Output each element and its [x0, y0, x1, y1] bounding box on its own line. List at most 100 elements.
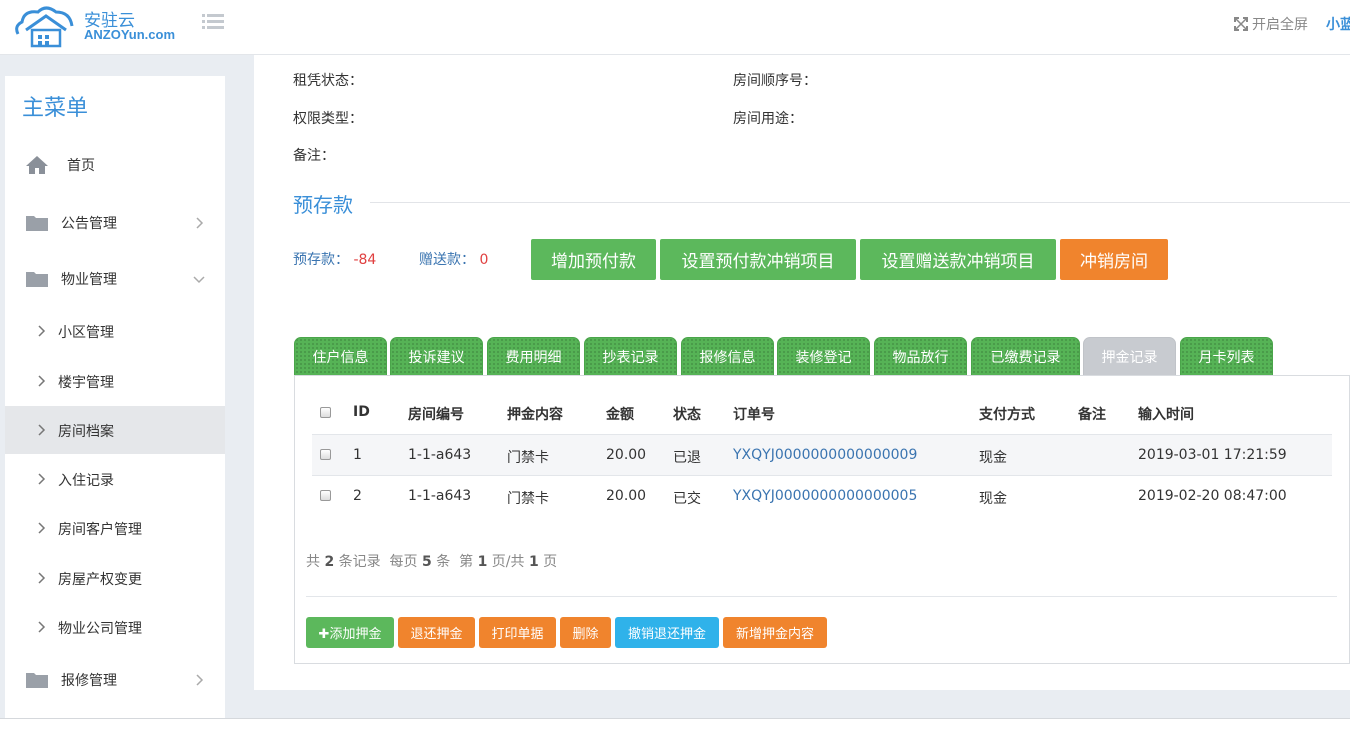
- select-all-checkbox[interactable]: [320, 407, 331, 418]
- cell-status: 已交: [673, 491, 701, 507]
- sidebar-subitem-label: 物业公司管理: [58, 621, 142, 637]
- deposit-panel: ID 房间编号 押金内容 金额 状态 订单号 支付方式 备注 输入时间 1 1-…: [294, 375, 1350, 664]
- main-content: 租凭状态： 房间顺序号： 权限类型： 房间用途： 备注： 预存款 预存款： -8…: [254, 55, 1350, 690]
- sidebar-item-property[interactable]: 物业管理: [5, 255, 225, 303]
- tab-meter-records[interactable]: 抄表记录: [584, 337, 677, 376]
- table-row[interactable]: 1 1-1-a643 门禁卡 20.00 已退 YXQYJ00000000000…: [312, 434, 1332, 475]
- col-header-payment: 支付方式: [979, 407, 1035, 423]
- table-row[interactable]: 2 1-1-a643 门禁卡 20.00 已交 YXQYJ00000000000…: [312, 475, 1332, 516]
- tab-complaints[interactable]: 投诉建议: [390, 337, 483, 376]
- set-gift-writeoff-button[interactable]: 设置赠送款冲销项目: [860, 239, 1056, 280]
- set-prepaid-writeoff-button[interactable]: 设置预付款冲销项目: [660, 239, 856, 280]
- room-order-label: 房间顺序号：: [733, 73, 817, 89]
- permission-type-label: 权限类型：: [293, 111, 363, 127]
- new-deposit-content-button[interactable]: 新增押金内容: [723, 617, 827, 648]
- sidebar-subitem-room-archive[interactable]: 房间档案: [5, 406, 225, 454]
- menu-toggle-icon[interactable]: [202, 12, 224, 32]
- pager-text: 共: [306, 554, 320, 570]
- cell-content: 门禁卡: [507, 491, 549, 507]
- cancel-refund-button[interactable]: 撤销退还押金: [615, 617, 719, 648]
- refund-deposit-button[interactable]: 退还押金: [398, 617, 475, 648]
- row-checkbox[interactable]: [320, 490, 331, 501]
- sidebar: 主菜单 首页 公告管理 物业管理 小区管理 楼宇管理 房间档案 入住记录 房间客…: [5, 76, 225, 732]
- cell-time: 2019-03-01 17:21:59: [1138, 447, 1287, 463]
- delete-button[interactable]: 删除: [560, 617, 611, 648]
- prepaid-section-title: 预存款: [293, 193, 353, 217]
- rent-status-label: 租凭状态：: [293, 73, 363, 89]
- section-divider: [370, 202, 1350, 203]
- chevron-right-icon: [38, 621, 46, 633]
- user-name[interactable]: 小蓝: [1326, 14, 1350, 34]
- prepaid-balance-label: 预存款：: [293, 252, 349, 268]
- cloud-house-logo-icon: [15, 6, 74, 48]
- cell-status: 已退: [673, 450, 701, 466]
- tab-resident-info[interactable]: 住户信息: [294, 337, 387, 376]
- sidebar-item-label: 首页: [67, 158, 95, 174]
- sidebar-subitem-company[interactable]: 物业公司管理: [5, 603, 225, 651]
- expand-icon: [1234, 17, 1248, 31]
- fullscreen-button[interactable]: 开启全屏: [1234, 14, 1308, 34]
- chevron-right-icon: [38, 522, 46, 534]
- gift-balance-value: 0: [479, 252, 489, 268]
- sidebar-subitem-property-change[interactable]: 房屋产权变更: [5, 554, 225, 602]
- chevron-down-icon: [193, 276, 205, 284]
- chevron-right-icon: [38, 473, 46, 485]
- row-checkbox[interactable]: [320, 449, 331, 460]
- tab-monthly-card[interactable]: 月卡列表: [1180, 337, 1273, 376]
- prepaid-balance: 预存款： -84: [293, 249, 376, 269]
- sidebar-subitem-label: 房屋产权变更: [58, 572, 142, 588]
- pager-text: 页: [543, 554, 558, 570]
- pager-per-page: 5: [422, 554, 432, 570]
- sidebar-subitem-label: 小区管理: [58, 325, 114, 341]
- panel-divider: [306, 596, 1337, 597]
- fullscreen-label: 开启全屏: [1252, 17, 1308, 33]
- cell-order-link[interactable]: YXQYJ0000000000000009: [733, 447, 917, 463]
- cell-room: 1-1-a643: [408, 447, 472, 463]
- room-use-label: 房间用途：: [733, 111, 803, 127]
- pager-text: 条记录 每页: [338, 554, 418, 570]
- tab-repair-info[interactable]: 报修信息: [681, 337, 774, 376]
- sidebar-item-label: 公告管理: [61, 216, 117, 232]
- col-header-content: 押金内容: [507, 407, 563, 423]
- gift-balance-label: 赠送款：: [419, 252, 475, 268]
- sidebar-subitem-label: 入住记录: [58, 473, 114, 489]
- pager-page: 1: [477, 554, 488, 570]
- logo-text-en: ANZOYun.com: [84, 27, 176, 42]
- sidebar-item-label: 报修管理: [61, 673, 117, 689]
- tab-fee-detail[interactable]: 费用明细: [487, 337, 580, 376]
- col-header-id: ID: [353, 404, 370, 420]
- chevron-right-icon: [38, 375, 46, 387]
- cell-id: 2: [353, 488, 362, 504]
- sidebar-subitem-community[interactable]: 小区管理: [5, 307, 225, 355]
- cell-amount: 20.00: [606, 488, 647, 504]
- chevron-right-icon: [38, 572, 46, 584]
- tab-decoration[interactable]: 装修登记: [777, 337, 870, 376]
- cell-order-link[interactable]: YXQYJ0000000000000005: [733, 488, 917, 504]
- sidebar-subitem-room-customer[interactable]: 房间客户管理: [5, 504, 225, 552]
- add-deposit-button[interactable]: ✚添加押金: [306, 617, 394, 648]
- cell-amount: 20.00: [606, 447, 647, 463]
- logo[interactable]: 安驻云 ANZOYun.com: [12, 4, 182, 48]
- chevron-right-icon: [38, 424, 46, 436]
- print-receipt-button[interactable]: 打印单据: [479, 617, 556, 648]
- remark-label: 备注：: [293, 148, 335, 164]
- writeoff-room-button[interactable]: 冲销房间: [1060, 239, 1168, 280]
- add-prepaid-button[interactable]: 增加预付款: [531, 239, 656, 280]
- chevron-right-icon: [196, 217, 204, 229]
- sidebar-item-repair[interactable]: 报修管理: [5, 656, 225, 704]
- col-header-amount: 金额: [606, 407, 634, 423]
- tab-deposit-records[interactable]: 押金记录: [1083, 337, 1176, 376]
- sidebar-subitem-checkin[interactable]: 入住记录: [5, 455, 225, 503]
- sidebar-subitem-label: 房间档案: [58, 424, 114, 440]
- sidebar-item-notice[interactable]: 公告管理: [5, 199, 225, 247]
- sidebar-item-label: 物业管理: [61, 272, 117, 288]
- bottom-bar: [0, 718, 1350, 732]
- tab-item-release[interactable]: 物品放行: [874, 337, 967, 376]
- pagination-info: 共 2 条记录 每页 5 条 第 1 页/共 1 页: [306, 551, 557, 571]
- col-header-status: 状态: [673, 407, 701, 423]
- sidebar-subitem-building[interactable]: 楼宇管理: [5, 357, 225, 405]
- tab-paid-records[interactable]: 已缴费记录: [971, 337, 1080, 376]
- sidebar-item-home[interactable]: 首页: [5, 141, 225, 189]
- cell-content: 门禁卡: [507, 450, 549, 466]
- cell-payment: 现金: [979, 450, 1007, 466]
